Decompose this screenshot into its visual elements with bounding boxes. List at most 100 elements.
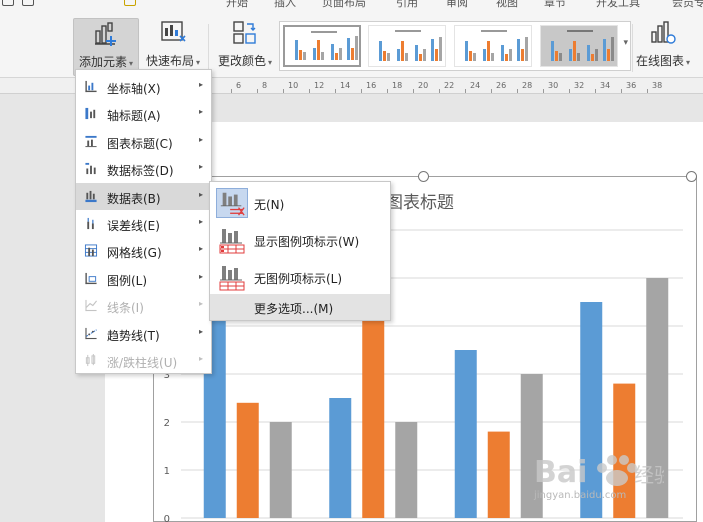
bar-series-2-category-3[interactable] bbox=[487, 431, 510, 518]
menu-item-legend[interactable]: 图例(L) ▸ bbox=[76, 265, 211, 292]
ruler-mark bbox=[231, 89, 232, 93]
ruler-mark bbox=[595, 89, 596, 93]
bar-series-1-category-2[interactable] bbox=[329, 398, 352, 518]
menu-item-label: 线条(I) bbox=[107, 301, 144, 316]
line-icon bbox=[85, 300, 98, 312]
submenu-arrow-icon: ▸ bbox=[198, 326, 203, 336]
online-chart-icon bbox=[651, 21, 676, 44]
menu-item-chart-title[interactable]: 图表标题(C) ▸ bbox=[76, 128, 211, 155]
menu-item-line[interactable]: 线条(I) ▸ bbox=[76, 292, 211, 319]
menu-item-up-down-bar[interactable]: 涨/跌柱线(U) ▸ bbox=[76, 347, 211, 374]
chart-style-gallery[interactable]: ▾ bbox=[279, 21, 631, 71]
ruler-tick-label: 30 bbox=[548, 81, 559, 90]
chart-style-3[interactable] bbox=[454, 25, 532, 67]
chart-tools-ribbon: 添加元素 快速布局 更改颜色 bbox=[0, 10, 703, 78]
gallery-expand-icon[interactable]: ▾ bbox=[623, 38, 628, 48]
quick-layout-button[interactable]: 快速布局 bbox=[142, 18, 204, 76]
ruler-mark bbox=[361, 89, 362, 93]
tab-references[interactable]: 引用 bbox=[396, 0, 418, 10]
ruler-mark bbox=[413, 89, 414, 93]
bar-series-2-category-1[interactable] bbox=[236, 402, 259, 518]
ruler-tick-label: 12 bbox=[314, 81, 325, 90]
y-tick-label: 2 bbox=[164, 418, 170, 429]
ruler-tick-label: 16 bbox=[366, 81, 377, 90]
error-bar-icon bbox=[87, 217, 94, 230]
ruler-mark bbox=[439, 89, 440, 93]
resize-handle-top-right[interactable] bbox=[686, 171, 697, 182]
ruler-tick-label: 22 bbox=[444, 81, 455, 90]
ruler-mark bbox=[517, 89, 518, 93]
chart-style-4[interactable] bbox=[540, 25, 618, 67]
submenu-arrow-icon: ▸ bbox=[198, 189, 203, 199]
ruler-mark bbox=[543, 89, 544, 93]
ruler-mark bbox=[569, 89, 570, 93]
title-tab-strip: 开始 插入 页面布局 引用 审阅 视图 章节 开发工具 会员专 bbox=[0, 0, 703, 10]
ruler-tick-label: 8 bbox=[262, 81, 268, 90]
ribbon-separator bbox=[208, 24, 209, 72]
chart-title[interactable]: 图表标题 bbox=[386, 188, 454, 213]
svg-text:经验: 经验 bbox=[634, 463, 664, 487]
ruler-mark bbox=[283, 89, 284, 93]
undo-quick-icon[interactable] bbox=[2, 0, 14, 6]
submenu-arrow-icon: ▸ bbox=[198, 80, 203, 89]
submenu-item-more-options[interactable]: 更多选项...(M) bbox=[210, 294, 390, 320]
submenu-item-label: 无(N) bbox=[254, 198, 285, 212]
menu-item-axis[interactable]: 坐标轴(X) ▸ bbox=[76, 73, 211, 100]
ruler-mark bbox=[491, 89, 492, 93]
quick-layout-icon bbox=[161, 21, 186, 42]
ruler-tick-label: 36 bbox=[626, 81, 637, 90]
trendline-icon bbox=[85, 327, 97, 339]
chart-style-2[interactable] bbox=[368, 25, 446, 67]
tab-section[interactable]: 章节 bbox=[544, 0, 566, 10]
menu-item-label: 误差线(E) bbox=[107, 219, 160, 233]
ruler-mark bbox=[647, 89, 648, 93]
ruler-tick-label: 14 bbox=[340, 81, 351, 90]
ruler-tick-label: 28 bbox=[522, 81, 533, 90]
submenu-arrow-icon: ▸ bbox=[198, 217, 203, 226]
ruler-tick-label: 24 bbox=[470, 81, 481, 90]
bar-series-3-category-2[interactable] bbox=[395, 422, 418, 518]
online-chart-button[interactable]: 在线图表 bbox=[632, 18, 694, 76]
tab-home[interactable]: 开始 bbox=[226, 0, 248, 10]
ruler-tick-label: 32 bbox=[574, 81, 585, 90]
ruler-tick-label: 34 bbox=[600, 81, 611, 90]
tab-insert[interactable]: 插入 bbox=[274, 0, 296, 10]
bar-series-1-category-3[interactable] bbox=[454, 350, 477, 518]
menu-item-axis-title[interactable]: 轴标题(A) ▸ bbox=[76, 100, 211, 127]
chart-style-1[interactable] bbox=[283, 25, 361, 67]
tab-developer[interactable]: 开发工具 bbox=[596, 0, 640, 10]
ruler-mark bbox=[465, 89, 466, 93]
quick-layout-label: 快速布局 bbox=[142, 52, 204, 69]
tab-page-layout[interactable]: 页面布局 bbox=[322, 0, 366, 10]
menu-item-trendline[interactable]: 趋势线(T) ▸ bbox=[76, 320, 211, 347]
tab-member[interactable]: 会员专 bbox=[672, 0, 703, 10]
menu-item-data-table[interactable]: 数据表(B) ▸ bbox=[76, 182, 211, 210]
menu-item-label: 涨/跌柱线(U) bbox=[107, 356, 178, 370]
ruler-tick-label: 20 bbox=[418, 81, 429, 90]
resize-handle-top[interactable] bbox=[418, 171, 429, 182]
submenu-arrow-icon: ▸ bbox=[198, 244, 203, 254]
change-color-button[interactable]: 更改颜色 bbox=[214, 18, 276, 76]
highlight-quick-icon[interactable] bbox=[124, 0, 136, 6]
tab-view[interactable]: 视图 bbox=[496, 0, 518, 10]
submenu-item-show-legend-keys[interactable]: 显示图例项标示(W) bbox=[210, 221, 390, 258]
tab-review[interactable]: 审阅 bbox=[446, 0, 468, 10]
menu-item-label: 趋势线(T) bbox=[107, 328, 160, 343]
y-tick-label: 0 bbox=[164, 514, 170, 522]
ruler-tick-label: 18 bbox=[392, 81, 403, 90]
submenu-item-none[interactable]: 无(N) bbox=[210, 184, 390, 221]
submenu-arrow-icon: ▸ bbox=[198, 271, 203, 281]
ruler-tick-label: 10 bbox=[288, 81, 299, 90]
menu-item-label: 坐标轴(X) bbox=[107, 82, 161, 96]
menu-item-gridline[interactable]: 网格线(G) ▸ bbox=[76, 237, 211, 264]
menu-item-label: 图例(L) bbox=[107, 273, 148, 288]
bar-series-2-category-2[interactable] bbox=[362, 306, 385, 518]
menu-item-data-label[interactable]: 数据标签(D) ▸ bbox=[76, 155, 211, 182]
bar-series-3-category-1[interactable] bbox=[269, 422, 292, 518]
ruler-mark bbox=[335, 89, 336, 93]
menu-item-label: 图表标题(C) bbox=[107, 136, 173, 151]
submenu-item-no-legend-keys[interactable]: 无图例项标示(L) bbox=[210, 258, 390, 295]
menu-item-error-bar[interactable]: 误差线(E) ▸ bbox=[76, 210, 211, 237]
save-quick-icon[interactable] bbox=[22, 0, 34, 6]
add-element-button[interactable]: 添加元素 bbox=[73, 18, 139, 76]
